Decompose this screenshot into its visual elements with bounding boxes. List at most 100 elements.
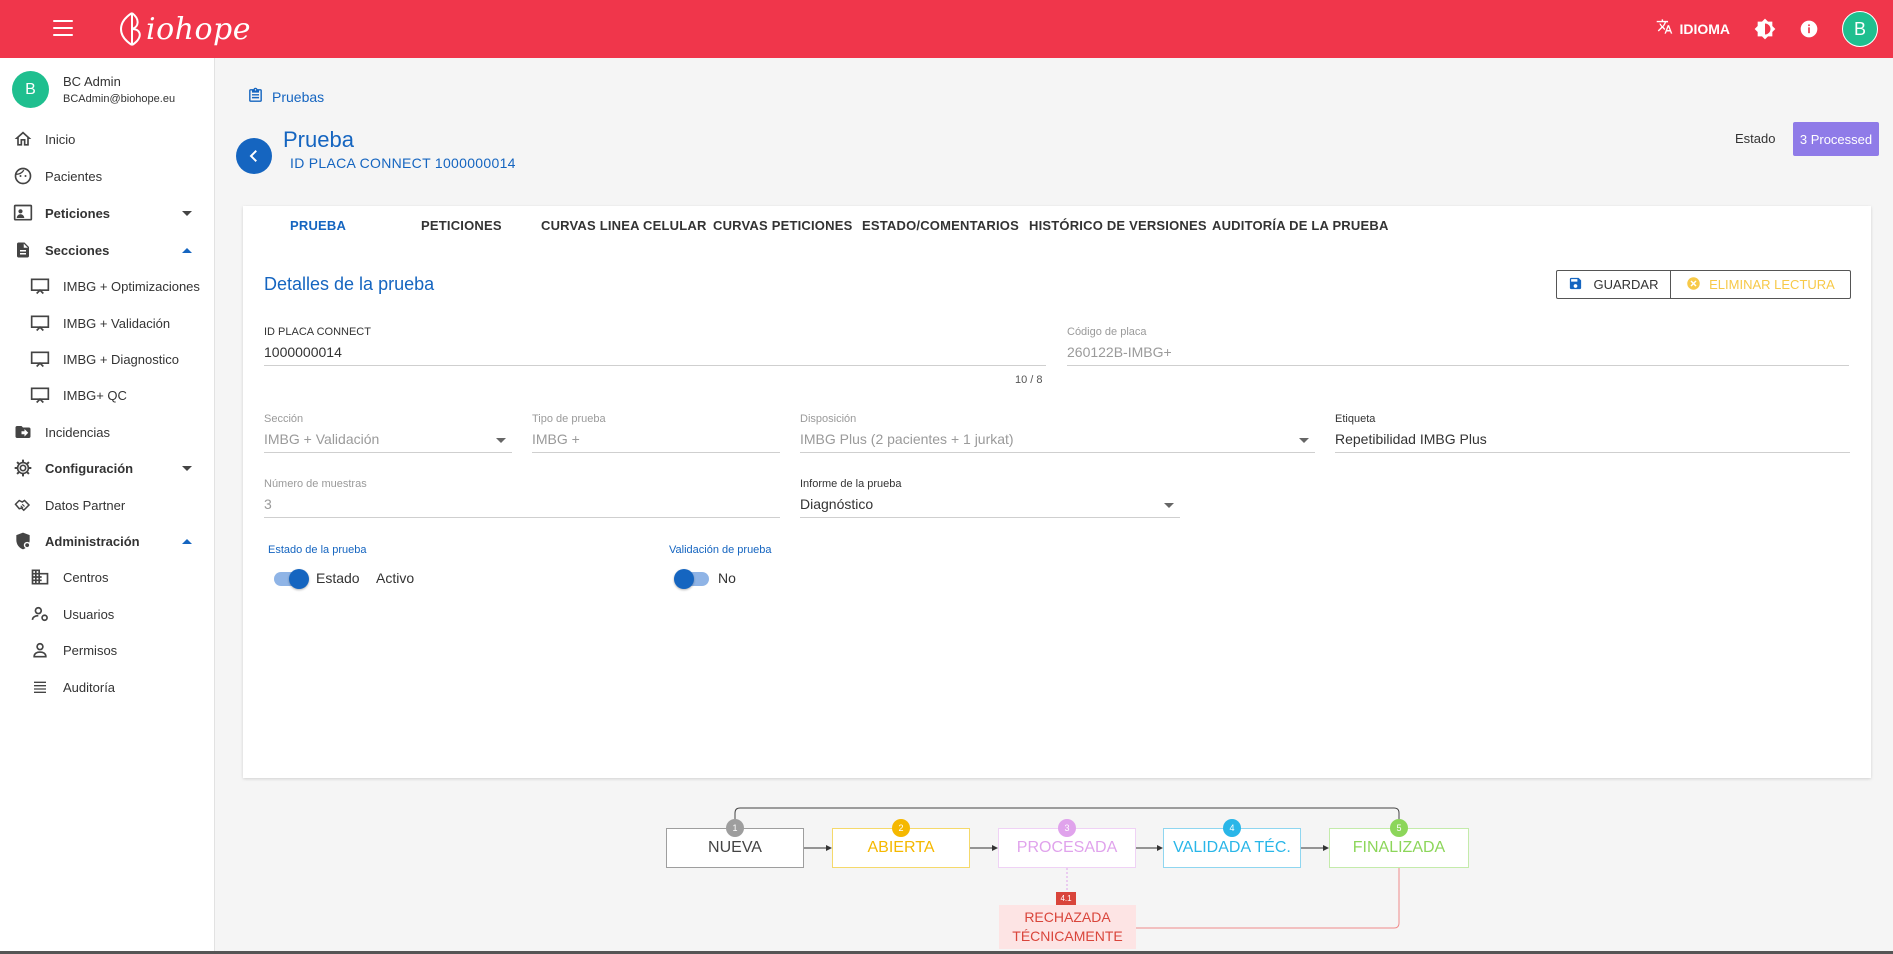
section-title: Detalles de la prueba	[264, 274, 435, 294]
toggle-knob	[674, 569, 694, 589]
workflow-step-number: 4.1	[1056, 892, 1076, 905]
monitor-icon	[29, 275, 51, 297]
sidebar-item-imbg-optimizaciones[interactable]: IMBG + Optimizaciones	[0, 268, 215, 304]
workflow-step-label: FINALIZADA	[1352, 839, 1446, 856]
person-board-icon	[12, 202, 34, 224]
sidebar-item-label: Auditoría	[63, 679, 116, 695]
validacion-prueba-toggle[interactable]	[674, 569, 709, 589]
sidebar-item-administracion[interactable]: Administración	[0, 523, 215, 559]
id-placa-field[interactable]: ID PLACA CONNECT 1000000014	[264, 326, 1046, 366]
field-label: Código de placa	[1067, 326, 1147, 338]
face-icon	[12, 165, 34, 187]
sidebar-item-label: Pacientes	[45, 168, 103, 184]
save-button[interactable]: GUARDAR	[1557, 271, 1671, 298]
sidebar-item-pacientes[interactable]: Pacientes	[0, 158, 215, 194]
field-label: Número de muestras	[264, 478, 367, 490]
top-app-bar: iohope IDIOMA B	[0, 0, 1893, 58]
avatar: B	[12, 71, 49, 108]
estado-prueba-text: Estado	[316, 570, 360, 586]
sidebar-item-datos-partner[interactable]: Datos Partner	[0, 487, 215, 523]
menu-icon[interactable]	[53, 20, 73, 36]
workflow-step-number: 3	[1058, 819, 1076, 837]
disposicion-select: Disposición IMBG Plus (2 pacientes + 1 j…	[800, 413, 1315, 453]
user-avatar-button[interactable]: B	[1842, 11, 1878, 47]
chevron-up-icon	[182, 247, 192, 253]
workflow-step-rechazada: RECHAZADA TÉCNICAMENTE	[999, 905, 1136, 949]
sidebar-item-imbg-diagnostico[interactable]: IMBG + Diagnostico	[0, 341, 215, 377]
tipo-prueba-field: Tipo de prueba IMBG +	[532, 413, 780, 453]
informe-select[interactable]: Informe de la prueba Diagnóstico	[800, 478, 1180, 518]
tab-estado-comentarios[interactable]: ESTADO/COMENTARIOS	[862, 218, 1019, 248]
dropdown-arrow-icon	[1164, 503, 1174, 508]
sidebar-item-centros[interactable]: Centros	[0, 559, 215, 595]
validacion-prueba-value: No	[718, 570, 736, 586]
status-badge: 3 Processed	[1793, 122, 1879, 156]
sidebar-item-imbg-validacion[interactable]: IMBG + Validación	[0, 305, 215, 341]
user-settings-icon	[29, 603, 51, 625]
sidebar-item-peticiones[interactable]: Peticiones	[0, 195, 215, 231]
tab-prueba[interactable]: PRUEBA	[290, 218, 346, 248]
sidebar-item-label: Configuración	[45, 460, 134, 476]
back-button[interactable]	[236, 138, 272, 174]
field-value: 260122B-IMBG+	[1067, 344, 1849, 366]
home-icon	[12, 128, 34, 150]
user-name: BC Admin	[63, 74, 121, 89]
person-icon	[29, 639, 51, 661]
tab-peticiones[interactable]: PETICIONES	[421, 218, 502, 248]
document-icon	[12, 239, 34, 261]
gear-icon	[12, 457, 34, 479]
sidebar-item-label: IMBG+ QC	[63, 387, 127, 403]
sidebar-item-usuarios[interactable]: Usuarios	[0, 596, 215, 632]
field-label: Informe de la prueba	[800, 478, 902, 490]
sidebar-item-secciones[interactable]: Secciones	[0, 232, 215, 268]
estado-prueba-label: Estado de la prueba	[268, 544, 367, 556]
workflow-step-label: ABIERTA	[867, 839, 935, 856]
field-value: IMBG +	[532, 431, 780, 453]
workflow-step-label: RECHAZADA	[1024, 909, 1111, 925]
sidebar-user: B BC Admin BCAdmin@biohope.eu	[12, 71, 175, 108]
brand-name: iohope	[146, 11, 251, 47]
chevron-up-icon	[182, 538, 192, 544]
sidebar-item-label: IMBG + Validación	[63, 315, 171, 331]
sidebar-item-permisos[interactable]: Permisos	[0, 632, 215, 668]
save-label: GUARDAR	[1593, 277, 1659, 292]
list-icon	[29, 676, 51, 698]
delete-reading-button[interactable]: ELIMINAR LECTURA	[1671, 271, 1850, 298]
sidebar-item-label: Usuarios	[63, 606, 115, 622]
sidebar-item-inicio[interactable]: Inicio	[0, 121, 215, 157]
user-email: BCAdmin@biohope.eu	[63, 93, 176, 105]
sidebar-item-incidencias[interactable]: Incidencias	[0, 414, 215, 450]
sidebar: B BC Admin BCAdmin@biohope.eu Inicio Pac…	[0, 58, 215, 954]
sidebar-item-auditoria[interactable]: Auditoría	[0, 669, 215, 705]
monitor-icon	[29, 348, 51, 370]
tab-auditoria-prueba[interactable]: AUDITORÍA DE LA PRUEBA	[1212, 218, 1389, 248]
seccion-select: Sección IMBG + Validación	[264, 413, 512, 453]
breadcrumb[interactable]: Pruebas	[247, 86, 324, 108]
language-button[interactable]: IDIOMA	[1656, 18, 1730, 40]
chevron-down-icon	[182, 465, 192, 471]
building-icon	[29, 566, 51, 588]
info-icon[interactable]	[1798, 18, 1820, 40]
sidebar-item-label: Datos Partner	[45, 497, 126, 513]
page-title: Prueba	[283, 127, 354, 152]
field-label: Sección	[264, 413, 304, 425]
validacion-prueba-label: Validación de prueba	[669, 544, 772, 556]
sidebar-item-label: IMBG + Optimizaciones	[63, 278, 200, 294]
tab-curvas-peticiones[interactable]: CURVAS PETICIONES	[713, 218, 852, 248]
sidebar-item-imbg-qc[interactable]: IMBG+ QC	[0, 377, 215, 413]
brand-logo[interactable]: iohope	[118, 8, 251, 50]
field-value: 3	[264, 496, 780, 518]
etiqueta-field[interactable]: Etiqueta Repetibilidad IMBG Plus	[1335, 413, 1850, 453]
logo-mark-icon	[119, 12, 141, 46]
estado-prueba-toggle[interactable]	[274, 569, 309, 589]
chevron-down-icon	[182, 210, 192, 216]
tab-historico-versiones[interactable]: HISTÓRICO DE VERSIONES	[1029, 218, 1207, 248]
sidebar-item-configuracion[interactable]: Configuración	[0, 450, 215, 486]
workflow-step-label: PROCESADA	[1016, 839, 1118, 856]
theme-toggle-icon[interactable]	[1754, 18, 1776, 40]
estado-prueba-value: Activo	[376, 570, 415, 586]
workflow-step-label: TÉCNICAMENTE	[1012, 928, 1123, 944]
status-label: Estado	[1735, 131, 1776, 146]
tab-curvas-linea-celular[interactable]: CURVAS LINEA CELULAR	[541, 218, 707, 248]
cancel-icon	[1686, 276, 1701, 294]
